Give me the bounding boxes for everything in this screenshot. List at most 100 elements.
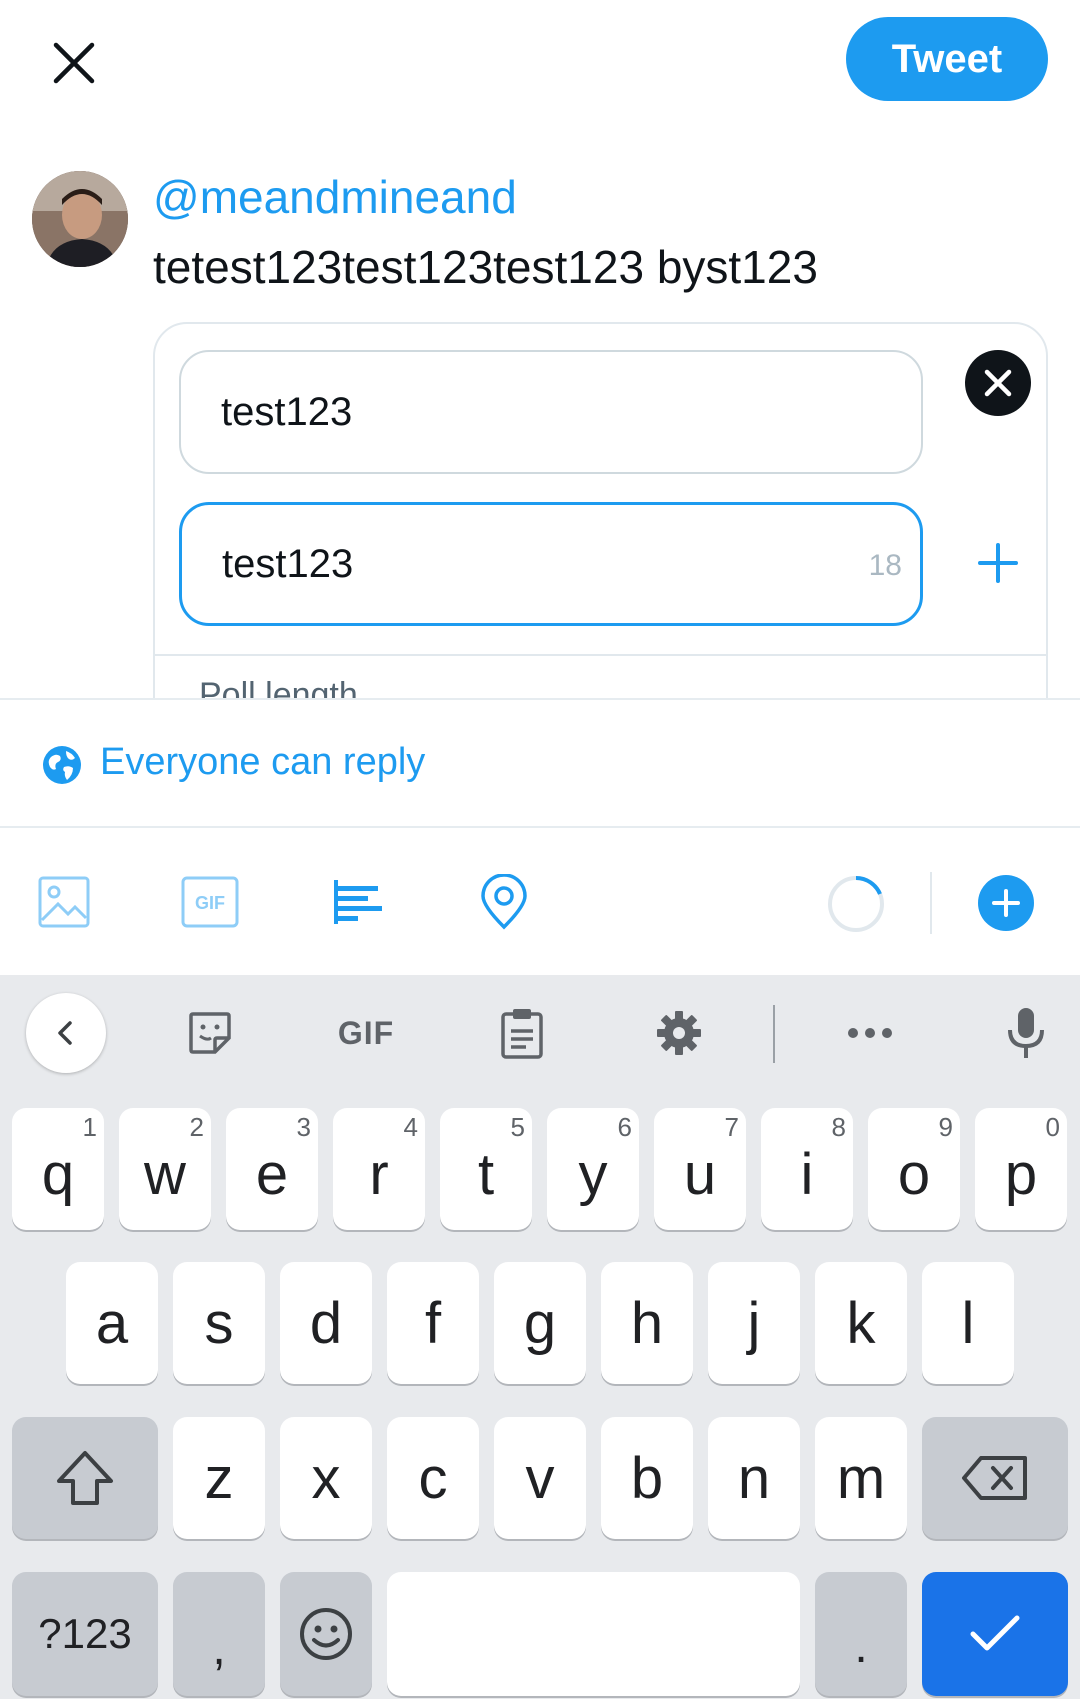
poll-icon (334, 880, 382, 924)
keyboard-gif-button[interactable]: GIF (326, 992, 406, 1074)
key-e[interactable]: e3 (226, 1108, 318, 1230)
key-label: u (683, 1141, 717, 1207)
emoji-key[interactable] (280, 1572, 372, 1696)
done-key[interactable] (922, 1572, 1068, 1696)
key-label: w (144, 1141, 186, 1207)
close-icon (53, 42, 95, 84)
shift-icon (57, 1451, 113, 1505)
poll-choice-2-input[interactable]: test123 18 (179, 502, 923, 626)
key-w[interactable]: w2 (119, 1108, 211, 1230)
remove-poll-button[interactable] (965, 350, 1031, 416)
key-label: j (747, 1290, 761, 1356)
space-key[interactable] (387, 1572, 800, 1696)
key-hint: 7 (724, 1112, 739, 1142)
key-hint: 2 (189, 1112, 204, 1142)
divider (155, 654, 1046, 656)
poll-choice-1-value: test123 (221, 389, 353, 434)
keyboard-settings-button[interactable] (648, 992, 710, 1074)
key-label: x (311, 1445, 341, 1511)
key-label: q (41, 1141, 75, 1207)
key-j[interactable]: j (708, 1262, 800, 1384)
key-b[interactable]: b (601, 1417, 693, 1539)
key-hint: 9 (938, 1112, 953, 1142)
key-n[interactable]: n (708, 1417, 800, 1539)
key-label: l (961, 1290, 975, 1356)
plus-icon (992, 889, 1020, 917)
key-t[interactable]: t5 (440, 1108, 532, 1230)
add-choice-button[interactable] (965, 530, 1031, 596)
keyboard-back-button[interactable] (26, 993, 106, 1073)
key-g[interactable]: g (494, 1262, 586, 1384)
gif-button[interactable]: GIF (180, 872, 240, 932)
key-r[interactable]: r4 (333, 1108, 425, 1230)
poll-choice-1-input[interactable]: test123 (179, 350, 923, 474)
add-tweet-button[interactable] (978, 875, 1034, 931)
sticker-button[interactable] (180, 992, 240, 1074)
voice-input-button[interactable] (996, 992, 1056, 1074)
close-icon (984, 369, 1012, 397)
key-label: p (1004, 1141, 1038, 1207)
more-options-button[interactable] (840, 992, 900, 1074)
microphone-icon (1008, 1008, 1044, 1058)
divider (0, 826, 1080, 828)
key-p[interactable]: p0 (975, 1108, 1067, 1230)
key-label: h (630, 1290, 664, 1356)
shift-key[interactable] (12, 1417, 158, 1539)
key-x[interactable]: x (280, 1417, 372, 1539)
checkmark-icon (970, 1615, 1020, 1651)
clipboard-button[interactable] (492, 992, 552, 1074)
key-s[interactable]: s (173, 1262, 265, 1384)
key-z[interactable]: z (173, 1417, 265, 1539)
key-u[interactable]: u7 (654, 1108, 746, 1230)
close-button[interactable] (38, 27, 110, 99)
key-o[interactable]: o9 (868, 1108, 960, 1230)
image-button[interactable] (34, 872, 94, 932)
key-hint: 5 (510, 1112, 525, 1142)
key-hint: 3 (296, 1112, 311, 1142)
key-label: i (800, 1141, 814, 1207)
globe-icon (42, 745, 82, 785)
location-button[interactable] (474, 872, 534, 932)
poll-card: test123 test123 18 Poll length (153, 322, 1048, 732)
key-l[interactable]: l (922, 1262, 1014, 1384)
key-label: t (477, 1141, 495, 1207)
backspace-key[interactable] (922, 1417, 1068, 1539)
more-horizontal-icon (848, 1028, 892, 1038)
key-label: , (212, 1622, 226, 1675)
key-hint: 4 (403, 1112, 418, 1142)
key-i[interactable]: i8 (761, 1108, 853, 1230)
key-label: e (255, 1141, 289, 1207)
key-y[interactable]: y6 (547, 1108, 639, 1230)
user-handle: @meandmineand (153, 171, 517, 223)
key-a[interactable]: a (66, 1262, 158, 1384)
avatar[interactable] (32, 171, 128, 267)
key-label: n (737, 1445, 771, 1511)
tweet-button[interactable]: Tweet (846, 17, 1048, 101)
key-label: z (204, 1445, 234, 1511)
key-f[interactable]: f (387, 1262, 479, 1384)
reply-settings-label[interactable]: Everyone can reply (100, 741, 425, 784)
key-label: c (418, 1445, 448, 1511)
key-h[interactable]: h (601, 1262, 693, 1384)
poll-button[interactable] (327, 872, 387, 932)
symbols-key[interactable]: ?123 (12, 1572, 158, 1696)
image-icon (38, 876, 90, 928)
key-d[interactable]: d (280, 1262, 372, 1384)
key-hint: 8 (831, 1112, 846, 1142)
key-label: s (204, 1290, 234, 1356)
key-hint: 0 (1045, 1112, 1060, 1142)
key-k[interactable]: k (815, 1262, 907, 1384)
clipboard-icon (501, 1009, 543, 1059)
key-c[interactable]: c (387, 1417, 479, 1539)
tweet-text-input[interactable]: tetest123test123test123 byst123 (153, 240, 818, 294)
key-q[interactable]: q1 (12, 1108, 104, 1230)
comma-key[interactable]: , (173, 1572, 265, 1696)
poll-choice-2-value: test123 (222, 541, 354, 586)
key-hint: 6 (617, 1112, 632, 1142)
period-key[interactable]: . (815, 1572, 907, 1696)
key-label: g (523, 1290, 557, 1356)
key-label: a (95, 1290, 129, 1356)
key-v[interactable]: v (494, 1417, 586, 1539)
key-m[interactable]: m (815, 1417, 907, 1539)
emoji-icon (300, 1608, 352, 1660)
